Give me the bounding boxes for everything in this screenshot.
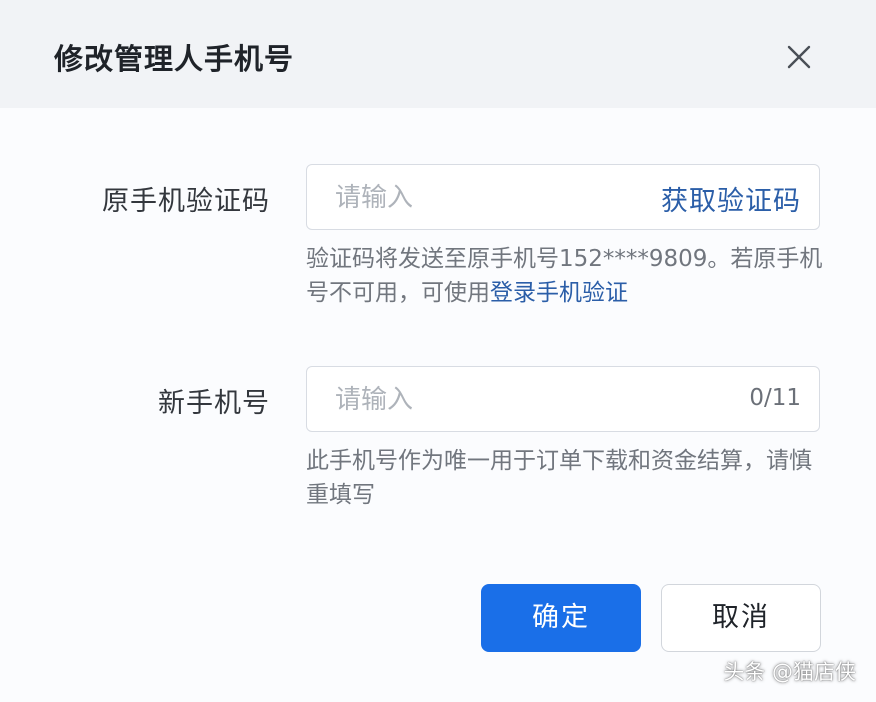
login-phone-verify-link[interactable]: 登录手机验证 <box>490 280 628 306</box>
new-phone-label: 新手机号 <box>158 388 270 419</box>
original-phone-code-field: 获取验证码 <box>306 164 820 230</box>
confirm-button[interactable]: 确定 <box>481 584 641 652</box>
new-phone-field: 0/11 <box>306 366 820 432</box>
watermark: 头条 @猫店侠 <box>723 660 856 684</box>
new-phone-input[interactable] <box>333 381 637 419</box>
get-code-button[interactable]: 获取验证码 <box>661 179 801 218</box>
change-admin-phone-dialog: 修改管理人手机号 原手机验证码 获取验证码 验证码将发送至原手机号152****… <box>0 0 876 702</box>
original-phone-code-input[interactable] <box>333 179 637 217</box>
cancel-button[interactable]: 取消 <box>661 584 821 652</box>
character-counter: 0/11 <box>749 385 801 411</box>
dialog-header: 修改管理人手机号 <box>0 0 876 108</box>
new-phone-hint: 此手机号作为唯一用于订单下载和资金结算，请慎重填写 <box>306 448 812 508</box>
original-phone-hint: 验证码将发送至原手机号152****9809。若原手机号不可用，可使用登录手机验… <box>306 242 826 310</box>
close-icon[interactable] <box>782 40 816 74</box>
original-phone-code-label: 原手机验证码 <box>102 186 270 217</box>
dialog-title: 修改管理人手机号 <box>54 42 295 76</box>
